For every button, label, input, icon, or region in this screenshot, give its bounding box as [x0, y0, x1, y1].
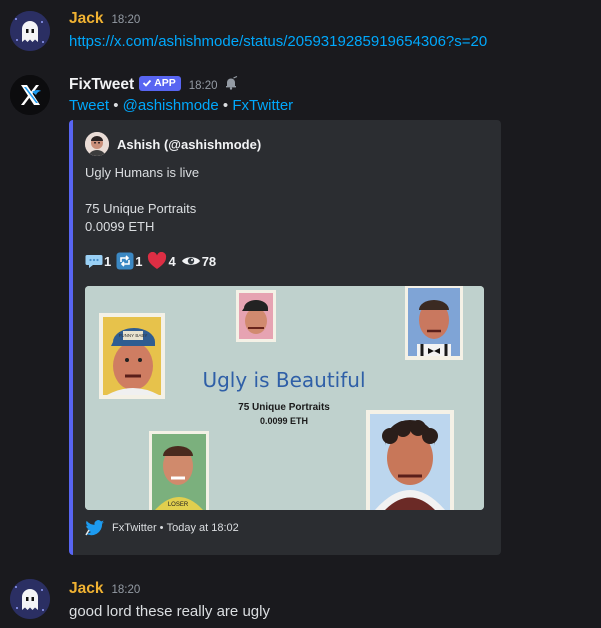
- fixtweet-avatar[interactable]: [10, 75, 50, 115]
- check-icon: [143, 79, 152, 87]
- retweets-stat: 1: [116, 252, 142, 270]
- embed-author: Ashish (@ashishmode): [85, 132, 261, 156]
- views-stat: 78: [181, 254, 216, 269]
- cap-text: FUNNY BABY: [119, 333, 148, 338]
- tweet-embed: Ashish (@ashishmode) Ugly Humans is live…: [69, 120, 501, 555]
- desc-line: Ugly Humans is live: [85, 165, 200, 180]
- replies-stat: 1: [85, 253, 111, 269]
- poster-line-1: 75 Unique Portraits: [238, 402, 330, 413]
- author-name[interactable]: Ashish (@ashishmode): [117, 137, 261, 152]
- username[interactable]: Jack: [69, 580, 103, 598]
- tweet-link[interactable]: Tweet: [69, 97, 109, 114]
- source-links: Tweet • @ashishmode • FxTwitter: [69, 97, 294, 114]
- timestamp: 18:20: [111, 584, 141, 596]
- retweet-icon: [116, 252, 134, 270]
- username[interactable]: FixTweet: [69, 76, 134, 94]
- likes-count: 4: [168, 253, 176, 269]
- embed-footer: FxTwitter • Today at 18:02: [85, 520, 239, 536]
- retweets-count: 1: [135, 253, 143, 269]
- poster-title: Ugly is Beautiful: [202, 368, 365, 392]
- author-avatar[interactable]: [85, 132, 109, 156]
- handle-link[interactable]: @ashishmode: [123, 97, 219, 114]
- eye-icon: [181, 257, 200, 265]
- replies-count: 1: [104, 253, 112, 269]
- bird-icon: [85, 520, 104, 536]
- tweet-stats: 1 1 4 78: [85, 252, 221, 270]
- desc-line-empty: [85, 182, 199, 200]
- desc-line: 75 Unique Portraits: [85, 201, 197, 216]
- likes-stat: 4: [147, 252, 176, 270]
- message-2: FixTweet APP 18:20 Tweet • @ashishmode •…: [0, 0, 601, 570]
- desc-line: 0.0099 ETH: [85, 219, 155, 234]
- poster-line-2: 0.0099 ETH: [260, 416, 308, 426]
- message-text: good lord these really are ugly: [69, 603, 270, 620]
- embed-image[interactable]: FUNNY BABY LOSER Ugly is Beautiful 75 Un…: [85, 286, 484, 510]
- timestamp: 18:20: [188, 80, 218, 92]
- x-logo-icon: [10, 75, 50, 115]
- message-header: Jack 18:20: [69, 580, 140, 598]
- ugly-humans-poster-image: FUNNY BABY LOSER Ugly is Beautiful 75 Un…: [85, 286, 484, 510]
- heart-icon: [148, 252, 167, 269]
- bell-icon: [224, 75, 238, 95]
- footer-name: FxTwitter: [112, 522, 157, 534]
- fxtwitter-link[interactable]: FxTwitter: [232, 97, 293, 114]
- footer-time: Today at 18:02: [166, 522, 239, 534]
- message-3: Jack 18:20 good lord these really are ug…: [0, 570, 601, 628]
- embed-description: Ugly Humans is live 75 Unique Portraits …: [85, 164, 199, 236]
- speech-bubble-icon: [85, 255, 103, 268]
- app-badge: APP: [139, 75, 181, 91]
- views-count: 78: [201, 253, 217, 269]
- app-badge-label: APP: [154, 77, 176, 89]
- footer-separator: •: [156, 522, 167, 534]
- message-header: FixTweet APP 18:20: [69, 75, 238, 94]
- shirt-text: LOSER: [168, 502, 189, 508]
- ghost-avatar[interactable]: [10, 579, 50, 619]
